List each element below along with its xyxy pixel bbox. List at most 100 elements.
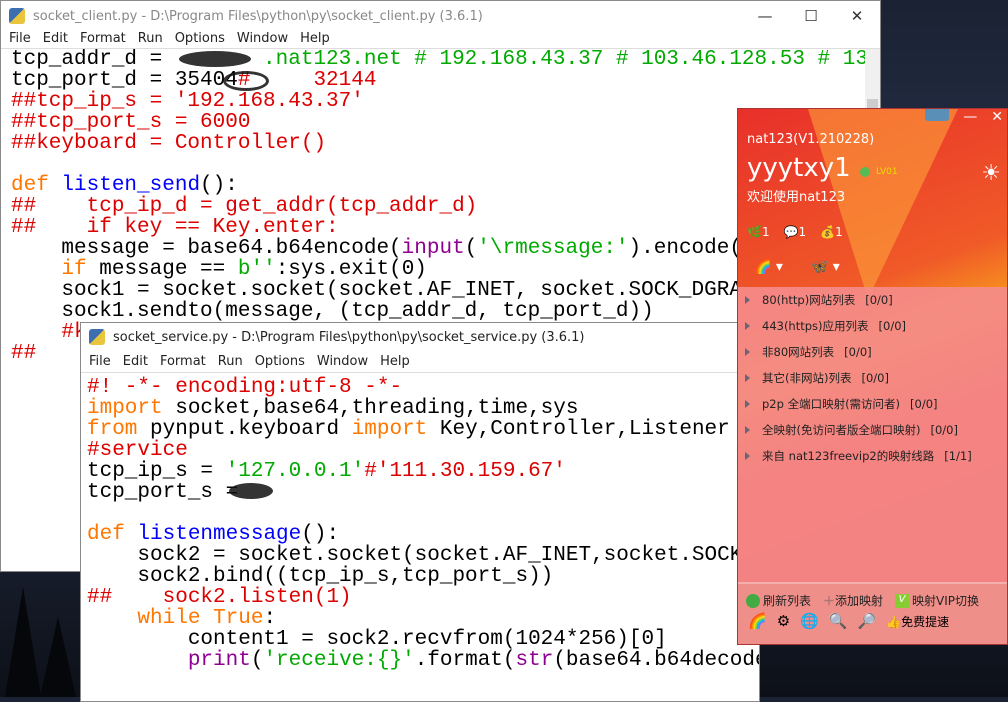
code-token: :sys.exit(0): [275, 258, 427, 281]
title-bar: socket_service.py - D:\Program Files\pyt…: [81, 323, 759, 351]
code-token: .nat123.net # 192.168.43.37 # 103.46.128…: [263, 49, 880, 71]
add-mapping-button[interactable]: ＋添加映射: [823, 592, 883, 609]
item-label: 443(https)应用列表: [762, 319, 869, 333]
add-label: 添加映射: [835, 593, 884, 608]
mapping-list-item[interactable]: 80(http)网站列表 [0/0]: [738, 287, 1007, 313]
code-token: if: [61, 258, 87, 281]
skin-button[interactable]: [925, 109, 950, 121]
item-label: 全映射(免访问者版全端口映射): [762, 423, 921, 437]
code-token: (: [250, 649, 264, 671]
code-token: 'receive:{}': [263, 649, 415, 671]
menu-bar: File Edit Format Run Options Window Help: [81, 351, 759, 373]
expand-arrow-icon: [745, 426, 750, 434]
mapping-list-item[interactable]: 其它(非网站)列表 [0/0]: [738, 365, 1007, 391]
menu-options[interactable]: Options: [175, 31, 225, 48]
code-token: socket,base64,threading,time,sys: [162, 397, 579, 420]
code-token: def: [11, 174, 62, 197]
code-token: def: [87, 523, 138, 546]
redaction-scribble: [223, 71, 269, 91]
butterfly-tool-icon[interactable]: 🦋 ▾: [811, 259, 840, 275]
menu-edit[interactable]: Edit: [123, 354, 148, 369]
menu-options[interactable]: Options: [255, 354, 305, 369]
menu-window[interactable]: Window: [237, 31, 288, 48]
minimize-button[interactable]: —: [742, 7, 788, 25]
zoom-icon[interactable]: 🔎: [858, 612, 877, 630]
window-title: socket_service.py - D:\Program Files\pyt…: [113, 329, 585, 345]
message-icon: 💬: [783, 225, 799, 239]
stat-value: 1: [798, 225, 807, 239]
redaction-scribble: [179, 51, 251, 67]
code-token: #k: [11, 321, 87, 344]
free-speedup-button[interactable]: 👍免费提速: [886, 613, 949, 630]
leaf-icon: 🌿: [747, 225, 762, 239]
mapping-list-item[interactable]: 来自 nat123freevip2的映射线路 [1/1]: [738, 443, 1007, 469]
menu-help[interactable]: Help: [380, 354, 410, 369]
nat123-window: — ✕ nat123(V1.210228) yyytxy1 LV01 ☀ 欢迎使用…: [737, 108, 1008, 645]
close-button[interactable]: ✕: [834, 7, 880, 25]
code-editor[interactable]: #! -*- encoding:utf-8 -*- import socket,b…: [81, 373, 759, 671]
plus-icon: ＋: [823, 593, 836, 608]
rainbow-tool-icon[interactable]: 🌈 ▾: [754, 259, 783, 275]
code-line: #service: [87, 440, 759, 461]
stat-money-bag[interactable]: 💰1: [820, 225, 843, 239]
code-line: tcp_ip_s = '127.0.0.1'#'111.30.159.67': [87, 461, 759, 482]
code-token: listenmessage: [137, 523, 302, 546]
code-token: Key,Controller,Listener: [427, 418, 730, 441]
expand-arrow-icon: [745, 452, 750, 460]
stat-value: 1: [835, 225, 843, 239]
vip-switch-button[interactable]: V 映射VIP切换: [895, 592, 979, 609]
expand-arrow-icon: [745, 348, 750, 356]
refresh-icon: [746, 594, 760, 608]
service-editor-window: socket_service.py - D:\Program Files\pyt…: [80, 322, 760, 702]
rainbow-icon[interactable]: 🌈: [748, 612, 767, 630]
item-label: 80(http)网站列表: [762, 293, 856, 307]
minimize-button[interactable]: —: [963, 109, 977, 125]
code-token: ).encode(: [628, 237, 742, 260]
refresh-label: 刷新列表: [763, 593, 812, 608]
menu-edit[interactable]: Edit: [43, 31, 68, 48]
menu-run[interactable]: Run: [138, 31, 163, 48]
code-line: content1 = sock2.recvfrom(1024*256)[0]: [87, 629, 759, 650]
code-token: import: [351, 418, 428, 441]
mapping-list-item[interactable]: 全映射(免访问者版全端口映射) [0/0]: [738, 417, 1007, 443]
mapping-list-item[interactable]: 443(https)应用列表 [0/0]: [738, 313, 1007, 339]
code-token: :: [263, 607, 277, 630]
code-token: from: [87, 418, 138, 441]
menu-help[interactable]: Help: [300, 31, 330, 48]
code-token: '\rmessage:': [477, 237, 629, 260]
menu-format[interactable]: Format: [80, 31, 126, 48]
maximize-button[interactable]: ☐: [788, 7, 834, 25]
code-token: ## sock2.listen(1): [87, 586, 352, 609]
mapping-list-item[interactable]: p2p 全端口映射(需访问者) [0/0]: [738, 391, 1007, 417]
code-token: tcp_port_s =: [87, 481, 251, 504]
code-token: str: [515, 649, 554, 671]
menu-window[interactable]: Window: [317, 354, 368, 369]
item-count: [0/0]: [878, 319, 907, 333]
code-line: ## sock2.listen(1): [87, 587, 759, 608]
code-token: tcp_addr_d =: [11, 49, 175, 71]
stat-leaf[interactable]: 🌿1: [747, 225, 770, 239]
menu-file[interactable]: File: [89, 354, 111, 369]
code-token: ##tcp_ip_s = '192.168.43.37': [11, 90, 364, 113]
menu-run[interactable]: Run: [218, 354, 243, 369]
stat-message[interactable]: 💬1: [784, 225, 807, 239]
code-line: tcp_port_d = 35404# 32144: [11, 70, 880, 91]
search-icon[interactable]: 🔍: [829, 612, 848, 630]
network-icon[interactable]: 🌐: [800, 612, 819, 630]
code-token: content1 = sock2.recvfrom(1024*256)[0]: [87, 628, 667, 651]
item-count: [0/0]: [910, 397, 938, 411]
item-count: [1/1]: [944, 449, 972, 463]
mapping-list-item[interactable]: 非80网站列表 [0/0]: [738, 339, 1007, 365]
item-count: [0/0]: [865, 293, 893, 307]
close-button[interactable]: ✕: [991, 109, 1003, 125]
weather-sun-icon[interactable]: ☀: [981, 161, 1001, 186]
code-token: ## if key == Key.enter:: [11, 216, 339, 239]
menu-file[interactable]: File: [9, 31, 31, 48]
menu-format[interactable]: Format: [160, 354, 206, 369]
expand-arrow-icon: [745, 374, 750, 382]
settings-icon[interactable]: ⚙: [777, 612, 790, 630]
refresh-list-button[interactable]: 刷新列表: [746, 592, 811, 609]
